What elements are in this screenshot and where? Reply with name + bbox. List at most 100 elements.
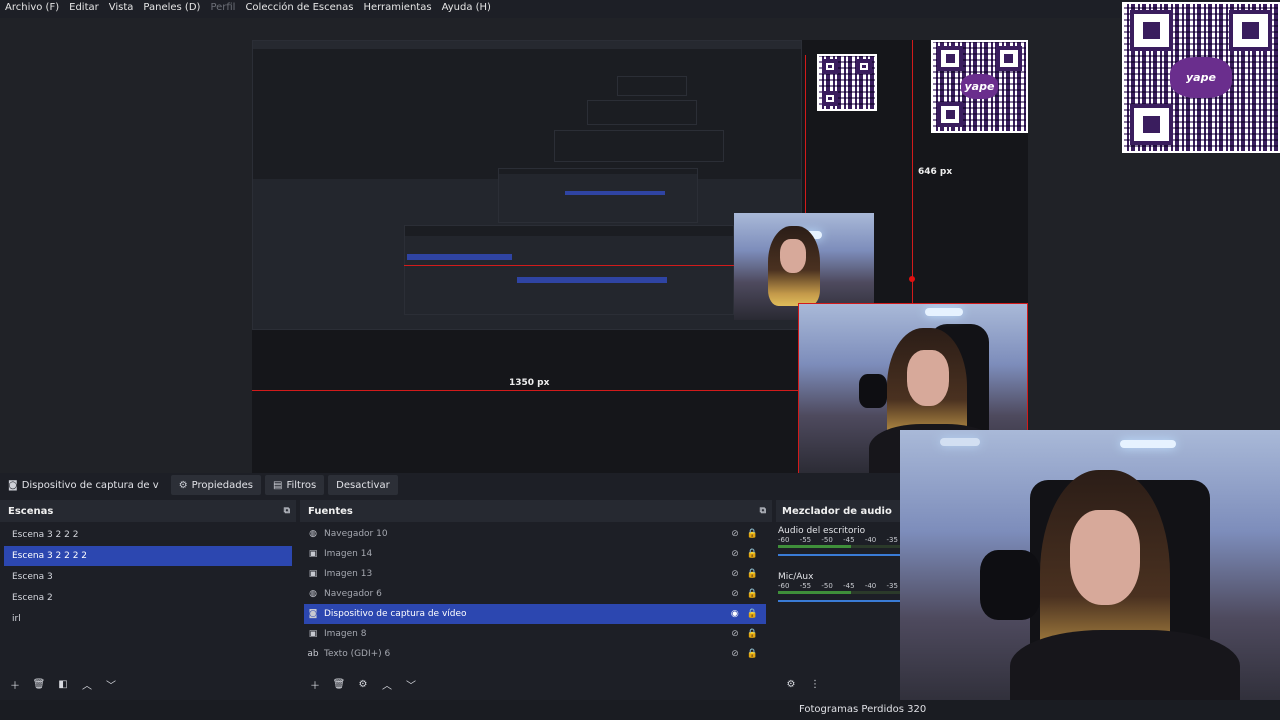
- width-dimension-label: 1350 px: [509, 378, 550, 388]
- source-label: Navegador 6: [324, 589, 382, 599]
- visibility-icon[interactable]: ◉: [731, 609, 739, 619]
- lock-icon[interactable]: 🔒: [747, 589, 758, 599]
- lock-icon[interactable]: 🔒: [747, 549, 758, 559]
- qr-code-image: yape: [931, 40, 1028, 133]
- menu-herramientas[interactable]: Herramientas: [358, 0, 436, 18]
- scene-filters-button[interactable]: ◧: [54, 676, 72, 692]
- remove-source-button[interactable]: 🗑: [330, 676, 348, 692]
- height-guide-line: [912, 40, 913, 304]
- source-label: Texto (GDI+) 6: [324, 649, 391, 659]
- menu-bar: Archivo (F) Editar Vista Paneles (D) Per…: [0, 0, 900, 18]
- gear-icon: ⚙: [178, 479, 188, 491]
- source-item-selected[interactable]: ◙ Dispositivo de captura de vídeo ◉ 🔒: [304, 604, 766, 624]
- sources-header: Fuentes ⧉: [300, 500, 772, 522]
- source-label: Dispositivo de captura de vídeo: [324, 609, 467, 619]
- menu-editar[interactable]: Editar: [64, 0, 104, 18]
- scene-item[interactable]: Escena 3 2 2 2: [4, 525, 292, 545]
- nested-screenshot-tiny2: [587, 100, 697, 125]
- move-down-button[interactable]: ﹀: [402, 676, 420, 692]
- source-item[interactable]: ◍ Navegador 10 ⊘ 🔒: [304, 524, 766, 544]
- nested-docks: [499, 174, 697, 222]
- yape-logo: yape: [960, 74, 999, 99]
- preview-area[interactable]: 1350 px 646 px yape yape: [0, 2, 1280, 477]
- filter-icon: ▤: [272, 479, 283, 491]
- meter-scale: -60 -55 -50 -45 -40 -35: [778, 536, 898, 544]
- track-name: Mic/Aux: [778, 572, 814, 582]
- nested-selection: [565, 191, 665, 195]
- dropped-frames-status: Fotogramas Perdidos 320: [799, 704, 927, 715]
- nested-menubar: [253, 41, 801, 49]
- menu-ayuda[interactable]: Ayuda (H): [437, 0, 496, 18]
- source-toolbar: ◙ Dispositivo de captura de v ⚙ Propieda…: [0, 473, 900, 497]
- menu-vista[interactable]: Vista: [104, 0, 139, 18]
- source-item[interactable]: ◍ Navegador 6 ⊘ 🔒: [304, 584, 766, 604]
- volume-slider[interactable]: [778, 554, 900, 556]
- mixer-toolbar: ⚙ ⋮: [776, 676, 824, 692]
- add-source-button[interactable]: ＋: [306, 676, 324, 692]
- mixer-track: Audio del escritorio -60 -55 -50 -45 -40 -35: [776, 522, 900, 556]
- qr-code-image-small: [817, 54, 877, 111]
- obs-window: Archivo (F) Editar Vista Paneles (D) Per…: [0, 0, 1280, 720]
- remove-scene-button[interactable]: 🗑: [30, 676, 48, 692]
- deactivate-button[interactable]: Desactivar: [328, 475, 398, 495]
- scene-item-selected[interactable]: Escena 3 2 2 2 2: [4, 546, 292, 566]
- selected-source-name: Dispositivo de captura de v: [21, 479, 159, 491]
- filters-label: Filtros: [286, 479, 317, 491]
- advanced-audio-button[interactable]: ⚙: [782, 676, 800, 692]
- lock-icon[interactable]: 🔒: [747, 629, 758, 639]
- nested-selection: [407, 254, 512, 260]
- properties-button[interactable]: ⚙ Propiedades: [170, 475, 261, 495]
- meter-scale: -60 -55 -50 -45 -40 -35: [778, 582, 898, 590]
- source-properties-button[interactable]: ⚙: [354, 676, 372, 692]
- track-name: Audio del escritorio: [778, 526, 866, 536]
- visibility-hidden-icon[interactable]: ⊘: [731, 589, 739, 599]
- lock-icon[interactable]: 🔒: [747, 569, 758, 579]
- source-label: Navegador 10: [324, 529, 388, 539]
- visibility-hidden-icon[interactable]: ⊘: [731, 649, 739, 659]
- source-item[interactable]: ▣ Imagen 14 ⊘ 🔒: [304, 544, 766, 564]
- image-icon: ▣: [308, 629, 318, 639]
- more-options-icon[interactable]: ⋮: [806, 676, 824, 692]
- menu-paneles[interactable]: Paneles (D): [138, 0, 205, 18]
- move-up-button[interactable]: ︿: [78, 676, 96, 692]
- mixer-header: Mezclador de audio: [776, 500, 900, 522]
- scenes-toolbar: ＋ 🗑 ◧ ︿ ﹀: [0, 676, 120, 692]
- width-guide-line: [252, 390, 800, 391]
- source-item[interactable]: ab Texto (GDI+) 6 ⊘ 🔒: [304, 644, 766, 664]
- yape-logo-large: yape: [1170, 56, 1232, 99]
- scene-item[interactable]: irl: [4, 609, 292, 629]
- nested-screenshot-small: [498, 168, 698, 223]
- filters-button[interactable]: ▤ Filtros: [264, 475, 325, 495]
- nested-screenshot-tiny3: [617, 76, 687, 96]
- undock-icon[interactable]: ⧉: [760, 506, 766, 516]
- lock-icon[interactable]: 🔒: [747, 529, 758, 539]
- preview-canvas[interactable]: 1350 px 646 px yape: [252, 40, 1028, 477]
- add-scene-button[interactable]: ＋: [6, 676, 24, 692]
- lock-icon[interactable]: 🔒: [747, 609, 758, 619]
- source-item[interactable]: ▣ Imagen 13 ⊘ 🔒: [304, 564, 766, 584]
- menu-archivo[interactable]: Archivo (F): [0, 0, 64, 18]
- scene-item[interactable]: Escena 2: [4, 588, 292, 608]
- scenes-dock: Escenas ⧉ Escena 3 2 2 2 Escena 3 2 2 2 …: [0, 500, 296, 698]
- lock-icon[interactable]: 🔒: [747, 649, 758, 659]
- visibility-hidden-icon[interactable]: ⊘: [731, 569, 739, 579]
- move-down-button[interactable]: ﹀: [102, 676, 120, 692]
- mixer-track: Mic/Aux -60 -55 -50 -45 -40 -35: [776, 568, 900, 602]
- visibility-hidden-icon[interactable]: ⊘: [731, 529, 739, 539]
- volume-meter: [778, 545, 900, 548]
- globe-icon: ◍: [309, 529, 317, 539]
- menu-coleccion-escenas[interactable]: Colección de Escenas: [240, 0, 358, 18]
- volume-slider[interactable]: [778, 600, 900, 602]
- deactivate-label: Desactivar: [336, 479, 390, 491]
- scenes-header: Escenas ⧉: [0, 500, 296, 522]
- width-guide-line-small: [404, 265, 734, 266]
- visibility-hidden-icon[interactable]: ⊘: [731, 549, 739, 559]
- visibility-hidden-icon[interactable]: ⊘: [731, 629, 739, 639]
- nested-docks: [405, 236, 733, 314]
- scene-item[interactable]: Escena 3: [4, 567, 292, 587]
- undock-icon[interactable]: ⧉: [284, 506, 290, 516]
- source-item[interactable]: ▣ Imagen 8 ⊘ 🔒: [304, 624, 766, 644]
- move-up-button[interactable]: ︿: [378, 676, 396, 692]
- sources-toolbar: ＋ 🗑 ⚙ ︿ ﹀: [300, 676, 420, 692]
- sources-title: Fuentes: [308, 505, 353, 517]
